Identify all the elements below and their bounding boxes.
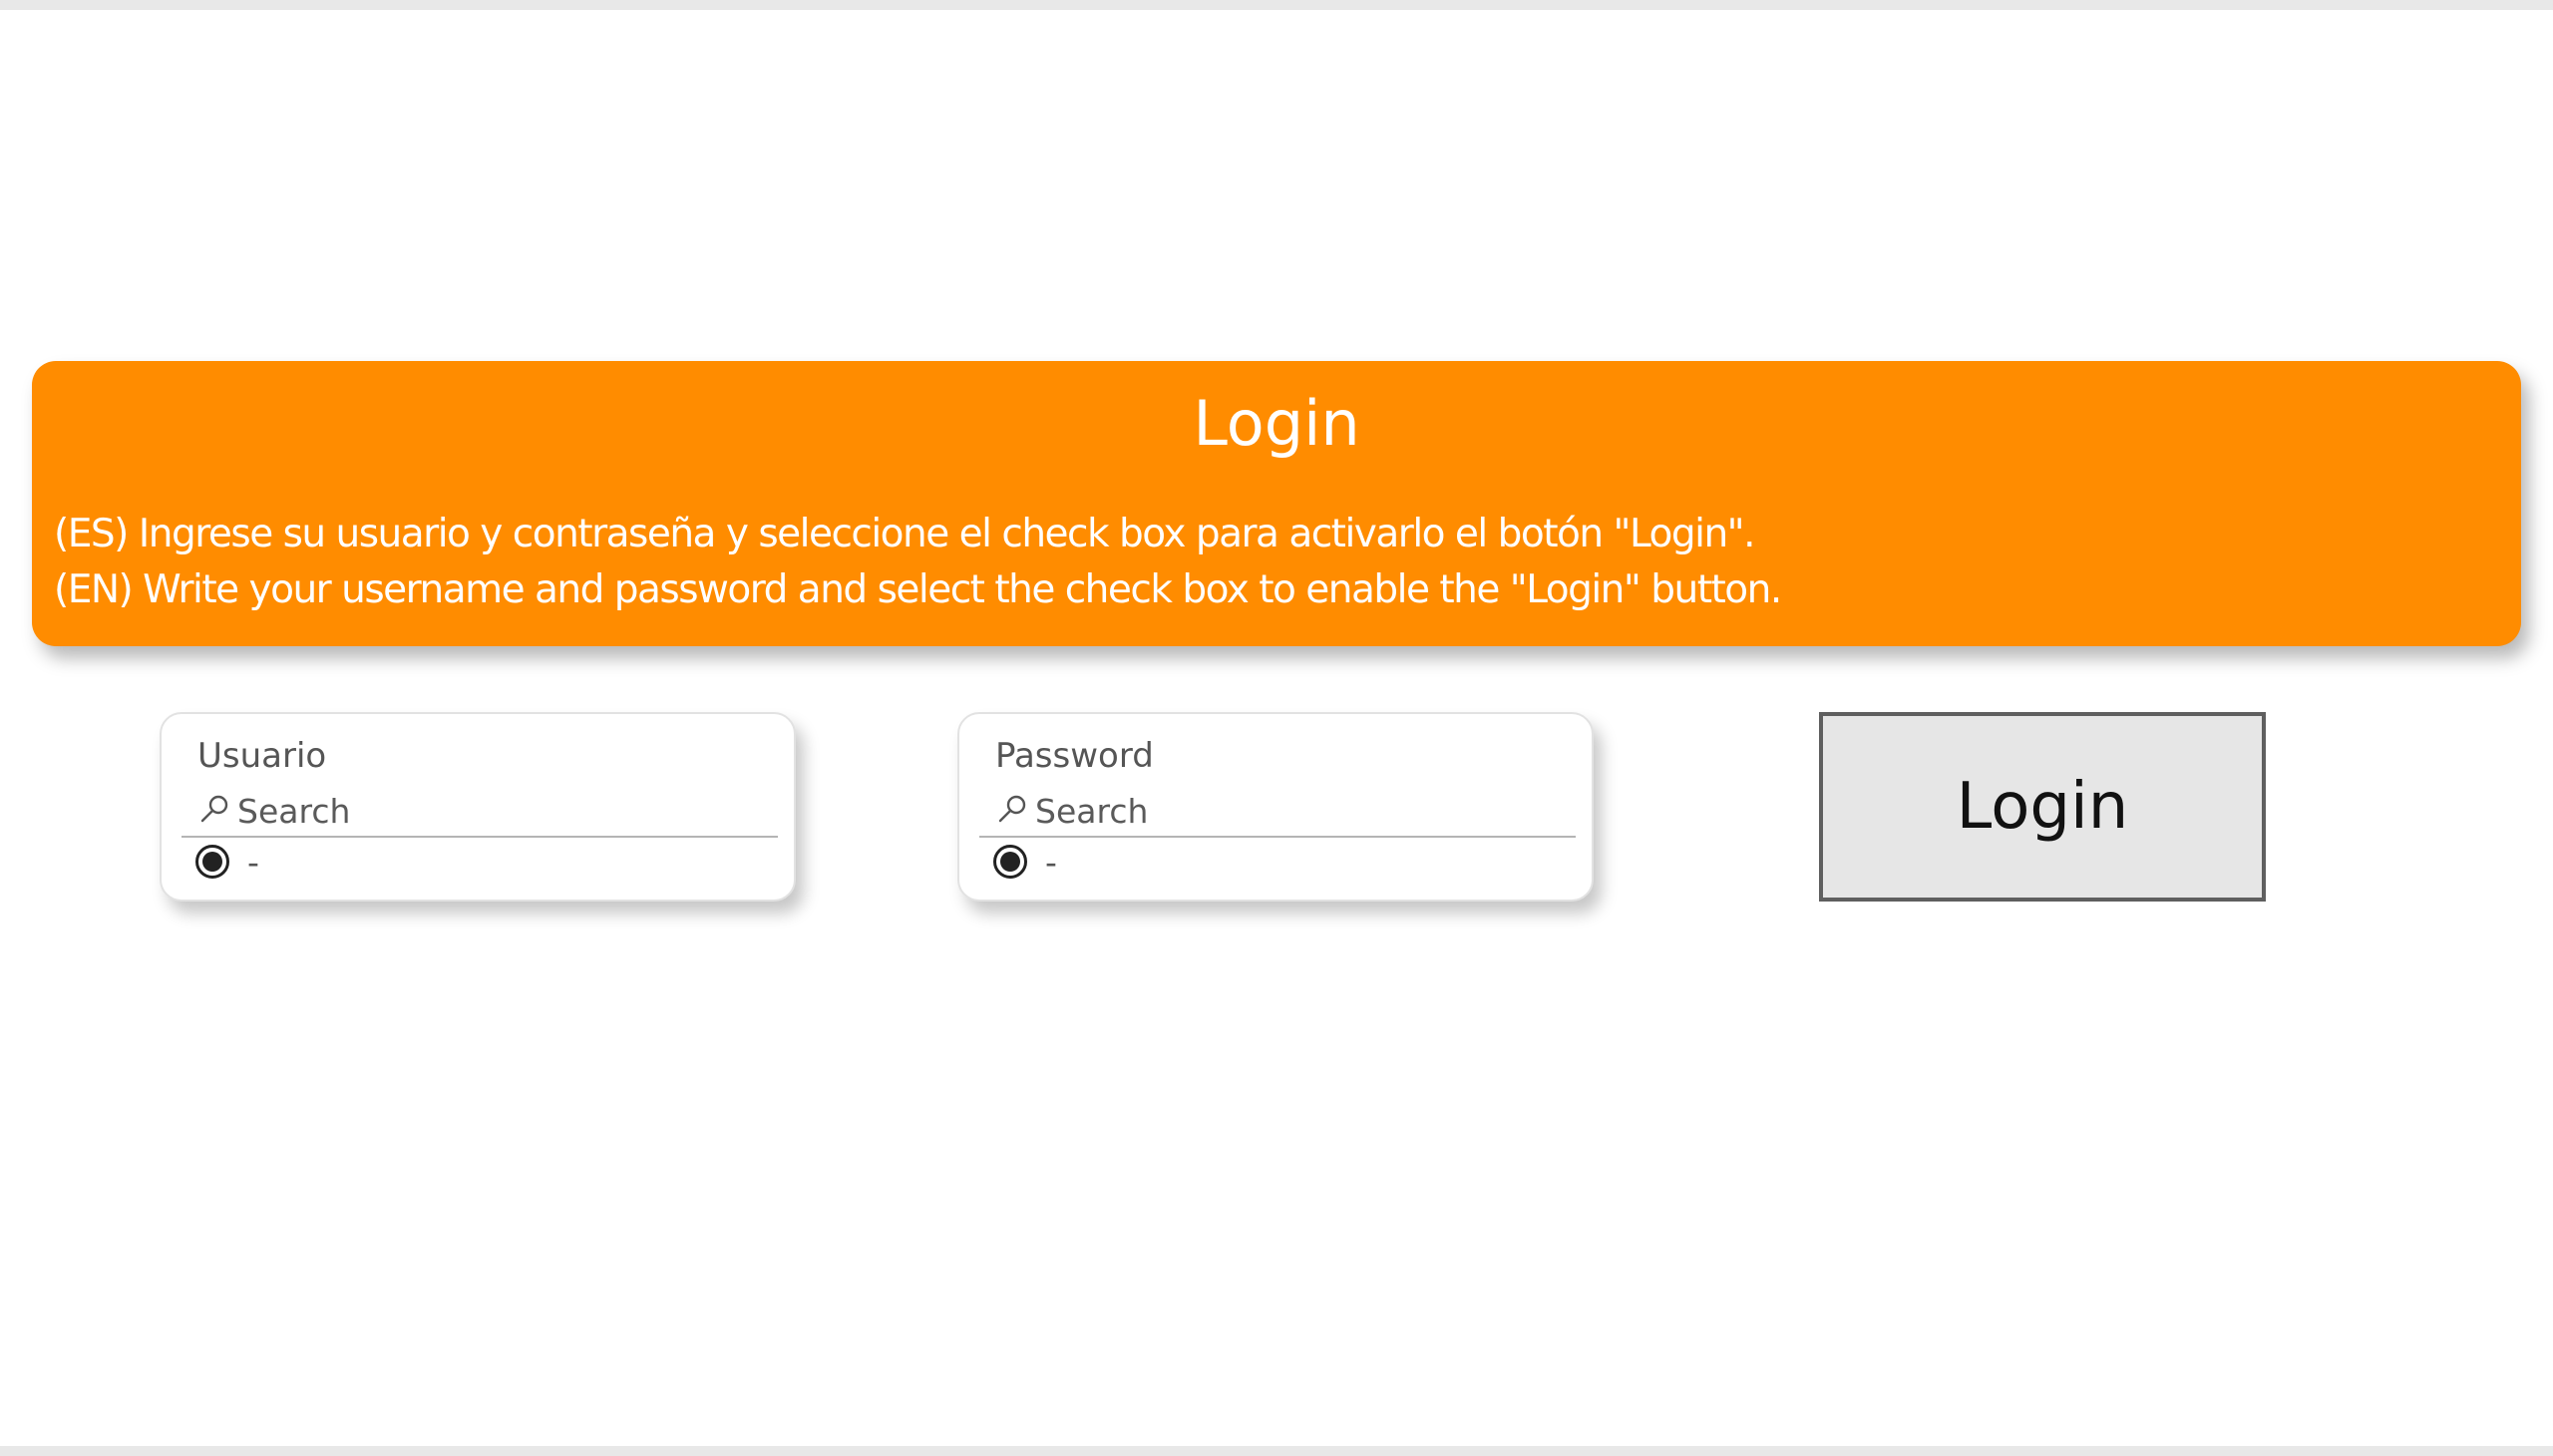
search-icon xyxy=(200,795,228,823)
user-slicer-option[interactable]: - xyxy=(195,840,259,884)
user-slicer-title: Usuario xyxy=(197,736,327,776)
instructions-banner: Login (ES) Ingrese su usuario y contrase… xyxy=(32,361,2521,646)
password-search-placeholder: Search xyxy=(1035,792,1149,831)
top-edge-strip xyxy=(0,0,2553,10)
banner-instructions: (ES) Ingrese su usuario y contraseña y s… xyxy=(54,507,2499,618)
password-slicer: Password Search - xyxy=(957,712,1594,902)
user-option-radio[interactable] xyxy=(195,845,229,879)
password-option-radio[interactable] xyxy=(993,845,1027,879)
password-slicer-title: Password xyxy=(995,736,1154,776)
user-option-label: - xyxy=(247,842,259,882)
bottom-edge-strip xyxy=(0,1446,2553,1456)
search-icon xyxy=(998,795,1026,823)
user-search-placeholder: Search xyxy=(237,792,351,831)
password-option-label: - xyxy=(1045,842,1057,882)
user-search-field[interactable]: Search xyxy=(182,790,778,838)
user-slicer: Usuario Search - xyxy=(160,712,796,902)
instruction-english: (EN) Write your username and password an… xyxy=(54,567,1782,612)
banner-title: Login xyxy=(1193,387,1360,460)
password-slicer-option[interactable]: - xyxy=(993,840,1057,884)
login-button[interactable]: Login xyxy=(1819,712,2266,902)
password-search-field[interactable]: Search xyxy=(979,790,1576,838)
instruction-spanish: (ES) Ingrese su usuario y contraseña y s… xyxy=(54,512,1756,556)
